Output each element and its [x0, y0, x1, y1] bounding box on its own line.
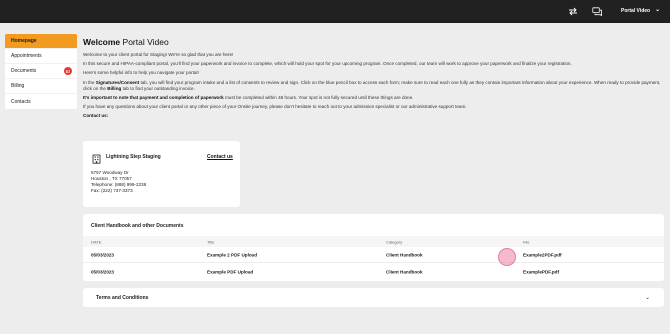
- chevron-down-icon: ⌄: [655, 7, 661, 13]
- sidebar-item-label: Homepage: [11, 38, 37, 44]
- sidebar-item-label: Contacts: [11, 98, 31, 105]
- sidebar-item-billing[interactable]: Billing: [5, 79, 77, 94]
- sidebar-item-homepage[interactable]: Homepage: [5, 34, 77, 49]
- sidebar-item-label: Billing: [11, 83, 25, 89]
- terms-accordion[interactable]: Terms and Conditions ⌄: [83, 288, 664, 307]
- documents-panel: Client Handbook and other Documents DATE…: [83, 214, 664, 281]
- cursor-highlight: [498, 248, 516, 266]
- sidebar-item-documents[interactable]: Documents 57: [5, 64, 77, 79]
- user-menu[interactable]: Portal Video ⌄: [621, 7, 660, 14]
- sidebar-item-label: Appointments: [11, 53, 42, 59]
- row-category: Client Handbook: [386, 269, 423, 275]
- documents-panel-title: Client Handbook and other Documents: [91, 223, 184, 229]
- table-header: DATE Title Category File: [83, 236, 664, 247]
- contact-us-link[interactable]: Contact us: [207, 154, 233, 160]
- building-icon: [92, 151, 101, 164]
- row-title: Example PDF Upload: [207, 269, 254, 275]
- row-date: 05/03/2023: [91, 252, 114, 257]
- table-row: 05/03/2023 Example 2 PDF Upload Client H…: [83, 247, 664, 263]
- sidebar-item-label: Documents: [11, 68, 37, 74]
- helpful-info-text: Here's some helpful info to help you nav…: [83, 70, 199, 76]
- column-header-category: Category: [386, 239, 403, 244]
- questions-text: If you have any questions about your cli…: [83, 103, 467, 109]
- column-header-date: DATE: [91, 239, 102, 244]
- portal-description: In this secure and HIPAA-compliant porta…: [83, 61, 572, 67]
- column-header-title: Title: [207, 239, 215, 244]
- swap-icon[interactable]: [567, 6, 578, 17]
- row-title: Example 2 PDF Upload: [207, 252, 258, 257]
- documents-count-badge: 57: [64, 67, 72, 75]
- user-menu-label: Portal Video: [621, 7, 651, 14]
- top-bar: Portal Video ⌄: [0, 0, 670, 23]
- contact-card: Lightning Step Staging Contact us 5757 W…: [83, 141, 240, 207]
- row-file-link[interactable]: ExamplePDF.pdf: [523, 270, 559, 275]
- chat-icon[interactable]: [591, 6, 602, 17]
- terms-label: Terms and Conditions: [96, 295, 149, 301]
- signatures-instructions: In the Signatures/Consent tab, you will …: [83, 79, 661, 91]
- payment-note: It's important to note that payment and …: [83, 94, 414, 100]
- page-title: Welcome Portal Video: [83, 37, 169, 47]
- column-header-file: File: [523, 239, 530, 244]
- facility-address: 5757 Woodway Dr Houston , TX 77057 Telep…: [91, 170, 147, 193]
- sidebar-item-appointments[interactable]: Appointments: [5, 49, 77, 64]
- facility-name: Lightning Step Staging: [106, 154, 161, 160]
- intro-text: Welcome to your client portal for Stagin…: [83, 52, 234, 57]
- table-row: 05/03/2023 Example PDF Upload Client Han…: [83, 264, 664, 280]
- row-category: Client Handbook: [386, 252, 423, 257]
- sidebar: Homepage Appointments Documents 57 Billi…: [5, 34, 77, 109]
- chevron-down-icon[interactable]: ⌄: [645, 294, 650, 301]
- sidebar-item-contacts[interactable]: Contacts: [5, 94, 77, 109]
- main-content: Welcome Portal Video Welcome to your cli…: [83, 37, 663, 122]
- row-file-link[interactable]: Example2PDF.pdf: [523, 252, 562, 257]
- row-date: 05/03/2023: [91, 269, 114, 275]
- contact-us-heading: Contact us:: [83, 113, 109, 119]
